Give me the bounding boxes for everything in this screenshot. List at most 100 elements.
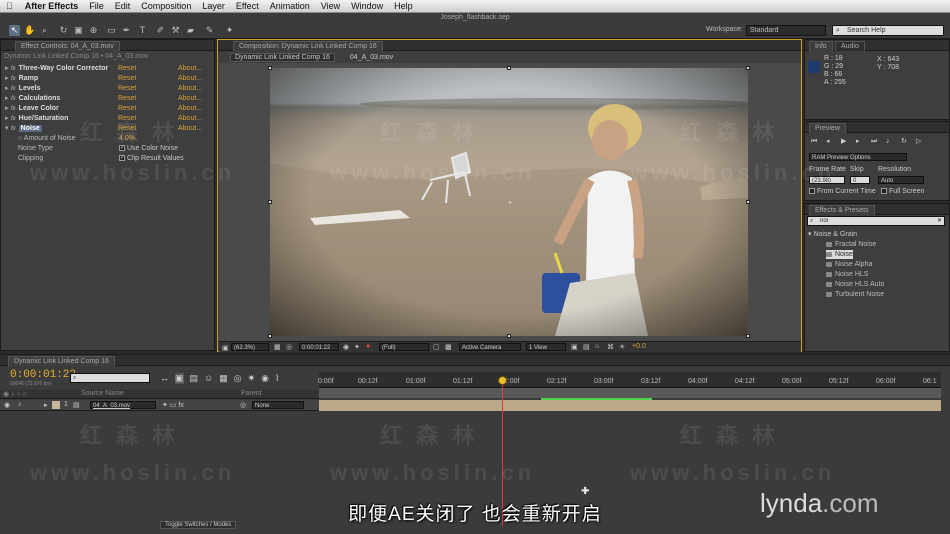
timeline-timecode[interactable]: 0:00:01:22 bbox=[10, 369, 76, 381]
category-noise-grain[interactable]: ▾ Noise & Grain bbox=[808, 230, 857, 238]
noise-amount-value[interactable]: 4.0% bbox=[119, 135, 135, 142]
live-update-icon[interactable]: ▣ bbox=[175, 373, 184, 384]
camera-tool-icon[interactable]: ▣ bbox=[73, 25, 84, 36]
frame-rate-select[interactable]: (23.98) bbox=[809, 176, 845, 184]
transform-handle[interactable] bbox=[507, 66, 511, 70]
collapse-icon[interactable]: ▾ bbox=[808, 231, 812, 238]
tab-timeline[interactable]: Dynamic Link Linked Comp 16 bbox=[8, 356, 115, 366]
last-frame-icon[interactable]: ⏭ bbox=[871, 138, 880, 146]
effect-row-leave-color[interactable]: ▸ fx Leave Color Reset About... bbox=[5, 104, 205, 114]
effect-item-noise-alpha[interactable]: Noise Alpha bbox=[826, 260, 872, 269]
fx-icon[interactable]: fx bbox=[11, 106, 16, 112]
magnify-icon[interactable]: ▣ bbox=[222, 344, 229, 352]
play-icon[interactable]: ▶ bbox=[841, 137, 850, 145]
fast-preview-icon[interactable]: ▤ bbox=[583, 343, 590, 351]
rectangle-tool-icon[interactable]: ▭ bbox=[106, 25, 117, 36]
full-screen-checkbox[interactable]: Full Screen bbox=[881, 188, 924, 195]
expand-icon[interactable]: ▸ bbox=[44, 401, 48, 409]
workspace-select[interactable]: Standard bbox=[746, 25, 826, 36]
effect-row-noise[interactable]: ▾ fx Noise Reset About... bbox=[5, 124, 205, 134]
rotate-tool-icon[interactable]: ↻ bbox=[58, 25, 69, 36]
timeline-search-input[interactable]: ⌕ bbox=[70, 373, 150, 383]
menu-view[interactable]: View bbox=[321, 1, 340, 11]
skip-select[interactable]: 0 bbox=[850, 176, 870, 184]
comp-sub-tab[interactable]: Dynamic Link Linked Comp 16 bbox=[230, 53, 335, 62]
pen-tool-icon[interactable]: ✒ bbox=[121, 25, 132, 36]
effect-row-ramp[interactable]: ▸ fx Ramp Reset About... bbox=[5, 74, 205, 84]
playhead-handle[interactable] bbox=[498, 376, 507, 385]
motion-blur-icon[interactable]: ◎ bbox=[234, 373, 242, 384]
reset-link[interactable]: Reset bbox=[118, 94, 136, 104]
puppet-tool-icon[interactable]: ✦ bbox=[224, 25, 235, 36]
fx-icon[interactable]: fx bbox=[11, 126, 16, 132]
region-icon[interactable]: ▢ bbox=[433, 343, 440, 351]
transform-handle[interactable] bbox=[268, 334, 272, 338]
show-snapshot-icon[interactable]: ✦ bbox=[354, 343, 360, 351]
exposure-icon[interactable]: ☀ bbox=[619, 343, 625, 351]
menu-composition[interactable]: Composition bbox=[141, 1, 191, 11]
tab-audio[interactable]: Audio bbox=[835, 41, 865, 51]
tab-effect-controls[interactable]: Effect Controls: 04_A_03.mov bbox=[15, 41, 120, 51]
from-current-time-checkbox[interactable]: From Current Time bbox=[809, 188, 876, 195]
comp-timecode[interactable]: 0:00:01:22 bbox=[299, 343, 339, 351]
checkbox-icon[interactable]: ✓ bbox=[119, 155, 125, 162]
hand-tool-icon[interactable]: ✋ bbox=[24, 25, 35, 36]
menu-window[interactable]: Window bbox=[351, 1, 383, 11]
channel-icon[interactable]: ● bbox=[366, 343, 370, 350]
about-link[interactable]: About... bbox=[178, 104, 202, 114]
parent-select[interactable]: None bbox=[252, 401, 304, 409]
exposure-value[interactable]: +0.0 bbox=[632, 343, 646, 350]
grid-icon[interactable]: ▦ bbox=[274, 343, 281, 351]
tab-composition[interactable]: Composition: Dynamic Link Linked Comp 16 bbox=[233, 41, 383, 51]
effects-search-input[interactable]: ⌕ noi ✕ bbox=[807, 216, 945, 226]
pan-behind-tool-icon[interactable]: ⊕ bbox=[88, 25, 99, 36]
audio-icon[interactable]: ♪ bbox=[886, 138, 895, 146]
transform-handle[interactable] bbox=[746, 66, 750, 70]
menu-file[interactable]: File bbox=[89, 1, 104, 11]
menu-effect[interactable]: Effect bbox=[236, 1, 259, 11]
stopwatch-icon[interactable]: ○ bbox=[18, 135, 22, 142]
zoom-tool-icon[interactable]: ⌕ bbox=[39, 25, 50, 36]
menu-app-name[interactable]: After Effects bbox=[25, 1, 79, 11]
eye-icon[interactable]: ◉ bbox=[4, 401, 10, 409]
timeline-icon[interactable]: ⌂ bbox=[595, 343, 599, 350]
work-area-bar[interactable] bbox=[319, 388, 941, 398]
layer-switch-icons[interactable]: ✦ ▭ fx bbox=[162, 401, 184, 409]
effect-item-noise[interactable]: Noise bbox=[826, 250, 853, 259]
layer-name[interactable]: 04_A_03.mov bbox=[90, 401, 156, 409]
graph-editor-icon[interactable]: ⌇ bbox=[275, 373, 279, 384]
eraser-tool-icon[interactable]: ▰ bbox=[185, 25, 196, 36]
tab-preview[interactable]: Preview bbox=[809, 123, 846, 133]
transform-handle[interactable] bbox=[746, 334, 750, 338]
video-frame[interactable]: + bbox=[270, 68, 748, 336]
menu-help[interactable]: Help bbox=[394, 1, 413, 11]
about-link[interactable]: About... bbox=[178, 94, 202, 104]
reset-link[interactable]: Reset bbox=[118, 124, 136, 134]
reset-link[interactable]: Reset bbox=[118, 114, 136, 124]
flowchart-icon[interactable]: ⌘ bbox=[607, 343, 614, 351]
menu-layer[interactable]: Layer bbox=[202, 1, 225, 11]
about-link[interactable]: About... bbox=[178, 124, 202, 134]
shy-icon[interactable]: ☺ bbox=[204, 373, 213, 384]
apple-icon[interactable]:  bbox=[6, 1, 13, 11]
noise-type-checkbox[interactable]: ✓ Use Color Noise bbox=[119, 145, 178, 152]
transform-handle[interactable] bbox=[746, 200, 750, 204]
audio-switch-icon[interactable]: ♪ bbox=[18, 401, 22, 408]
toggle-pixel-icon[interactable]: ▣ bbox=[571, 343, 578, 351]
auto-keyframe-icon[interactable]: ◉ bbox=[261, 373, 269, 384]
reset-link[interactable]: Reset bbox=[118, 74, 136, 84]
loop-icon[interactable]: ↻ bbox=[901, 137, 910, 145]
checkbox-icon[interactable] bbox=[881, 188, 887, 195]
selection-tool-icon[interactable]: ↖ bbox=[9, 25, 20, 36]
about-link[interactable]: About... bbox=[178, 64, 202, 74]
zoom-select[interactable]: (62.3%) bbox=[231, 343, 269, 351]
reset-link[interactable]: Reset bbox=[118, 64, 136, 74]
pick-whip-icon[interactable]: ◎ bbox=[240, 401, 246, 409]
search-help-input[interactable]: ⌕ Search Help bbox=[832, 25, 944, 36]
effect-row-hue-saturation[interactable]: ▸ fx Hue/Saturation Reset About... bbox=[5, 114, 205, 124]
brush-tool-icon[interactable]: ✐ bbox=[155, 25, 166, 36]
transform-handle[interactable] bbox=[268, 200, 272, 204]
type-tool-icon[interactable]: T bbox=[137, 25, 148, 36]
roto-brush-tool-icon[interactable]: ✎ bbox=[204, 25, 215, 36]
clipping-checkbox[interactable]: ✓ Clip Result Values bbox=[119, 155, 184, 162]
